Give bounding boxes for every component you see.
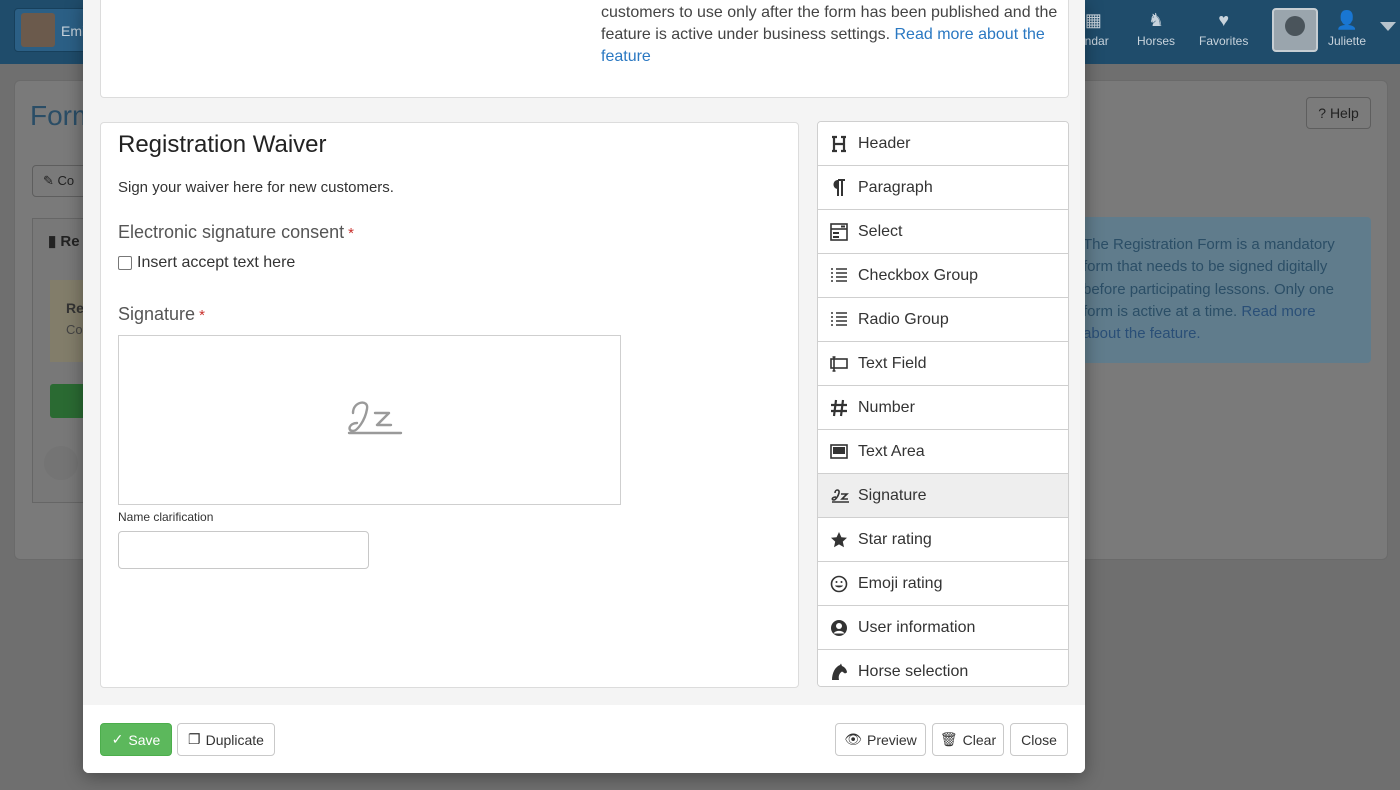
user-icon <box>818 619 858 637</box>
field-type-label: Header <box>858 134 911 152</box>
background-button-label: Co <box>57 173 75 188</box>
consent-checkbox-label: Insert accept text here <box>137 254 296 271</box>
field-type-label: Paragraph <box>858 178 933 196</box>
info-box: The Registration Form is a mandatory for… <box>1073 217 1371 363</box>
trash-icon: 🗑 <box>939 731 958 747</box>
preview-label: Preview <box>866 731 917 748</box>
copy-icon: ❐ <box>188 731 201 747</box>
avatar[interactable] <box>1272 8 1318 52</box>
consent-checkbox[interactable] <box>118 256 132 270</box>
consent-field-label[interactable]: Electronic signature consent * <box>118 222 354 243</box>
text-field-icon <box>818 355 858 372</box>
field-type-user-information[interactable]: User information <box>818 606 1068 650</box>
chevron-down-icon[interactable] <box>1380 22 1396 31</box>
field-type-label: Signature <box>858 486 927 504</box>
select-icon <box>818 222 858 241</box>
document-icon <box>44 446 78 480</box>
field-type-header[interactable]: Header <box>818 122 1068 166</box>
clear-button[interactable]: 🗑 Clear <box>932 723 1004 756</box>
signature-label-text: Signature <box>118 304 196 324</box>
field-type-paragraph[interactable]: Paragraph <box>818 166 1068 210</box>
field-type-label: Select <box>858 222 903 240</box>
clear-label: Clear <box>962 731 997 748</box>
field-type-label: User information <box>858 618 976 636</box>
header-icon <box>818 135 858 153</box>
emoji-icon <box>818 575 858 593</box>
field-type-emoji-rating[interactable]: Emoji rating <box>818 562 1068 606</box>
field-type-text-field[interactable]: Text Field <box>818 342 1068 386</box>
radio-group-icon <box>818 311 858 329</box>
form-preview-canvas: Registration Waiver Sign your waiver her… <box>100 122 799 688</box>
field-type-label: Star rating <box>858 530 932 548</box>
nav-horses-label: Horses <box>1137 34 1176 48</box>
consent-label-text: Electronic signature consent <box>118 222 345 242</box>
field-type-label: Checkbox Group <box>858 266 979 284</box>
field-type-label: Radio Group <box>858 310 949 328</box>
close-button[interactable]: Close <box>1010 723 1068 756</box>
preview-button[interactable]: 👁 Preview <box>835 723 926 756</box>
business-name: Emi <box>61 23 86 39</box>
number-icon <box>818 399 858 417</box>
form-description[interactable]: Sign your waiver here for new customers. <box>118 179 394 196</box>
paragraph-icon <box>818 178 858 197</box>
help-label: Help <box>1329 105 1359 121</box>
background-card-title: ▮ Re <box>48 233 80 250</box>
field-type-label: Text Area <box>858 442 925 460</box>
modal-body: customers to use only after the form has… <box>83 0 1085 705</box>
field-type-label: Horse selection <box>858 663 969 680</box>
modal-footer: ✓ Save ❐ Duplicate 👁 Preview 🗑 Clear Close <box>83 705 1085 773</box>
background-card-title-text: Re <box>60 233 80 250</box>
name-clarification-input[interactable] <box>118 531 369 569</box>
text-area-icon <box>818 443 858 461</box>
nav-horses[interactable]: ♞ Horses <box>1137 10 1175 48</box>
check-icon: ✓ <box>111 731 124 747</box>
notice-card: customers to use only after the form has… <box>100 0 1069 98</box>
form-title[interactable]: Registration Waiver <box>118 131 327 159</box>
field-type-text-area[interactable]: Text Area <box>818 430 1068 474</box>
user-icon: 👤 <box>1335 10 1359 30</box>
help-button[interactable]: ? Help <box>1306 97 1371 129</box>
required-marker: * <box>199 307 205 324</box>
consent-checkbox-row[interactable]: Insert accept text here <box>118 254 295 272</box>
form-builder-modal: customers to use only after the form has… <box>83 0 1085 773</box>
signature-field-label[interactable]: Signature * <box>118 304 205 325</box>
notice-text: customers to use only after the form has… <box>601 2 1061 69</box>
signature-icon <box>347 401 403 435</box>
field-type-radio-group[interactable]: Radio Group <box>818 298 1068 342</box>
nav-favorites-label: Favorites <box>1199 34 1249 48</box>
horse-icon <box>818 663 858 681</box>
save-label: Save <box>128 731 161 748</box>
checkbox-group-icon <box>818 267 858 285</box>
field-type-select[interactable]: Select <box>818 210 1068 254</box>
business-logo <box>21 13 55 47</box>
save-button[interactable]: ✓ Save <box>100 723 172 756</box>
close-label: Close <box>1021 731 1057 748</box>
field-type-label: Number <box>858 398 915 416</box>
name-clarification-label: Name clarification <box>118 510 214 524</box>
eye-icon: 👁 <box>844 731 862 747</box>
user-name: Juliette <box>1328 34 1367 48</box>
nav-favorites[interactable]: ♥ Favorites <box>1199 10 1248 48</box>
duplicate-button[interactable]: ❐ Duplicate <box>177 723 275 756</box>
field-type-label: Emoji rating <box>858 574 943 592</box>
field-type-signature[interactable]: Signature <box>818 474 1068 518</box>
heart-icon: ♥ <box>1218 10 1230 30</box>
duplicate-label: Duplicate <box>205 731 264 748</box>
field-type-palette: Header Paragraph Select Checkbox Group R… <box>817 121 1069 687</box>
required-marker: * <box>348 225 354 242</box>
field-type-checkbox-group[interactable]: Checkbox Group <box>818 254 1068 298</box>
field-type-horse-selection[interactable]: Horse selection <box>818 650 1068 686</box>
field-type-label: Text Field <box>858 354 927 372</box>
star-icon <box>818 531 858 549</box>
horse-icon: ♞ <box>1147 10 1165 30</box>
signature-pad[interactable] <box>118 335 621 505</box>
field-type-star-rating[interactable]: Star rating <box>818 518 1068 562</box>
field-type-number[interactable]: Number <box>818 386 1068 430</box>
nav-user[interactable]: 👤 Juliette <box>1328 10 1366 48</box>
signature-icon <box>818 488 858 504</box>
